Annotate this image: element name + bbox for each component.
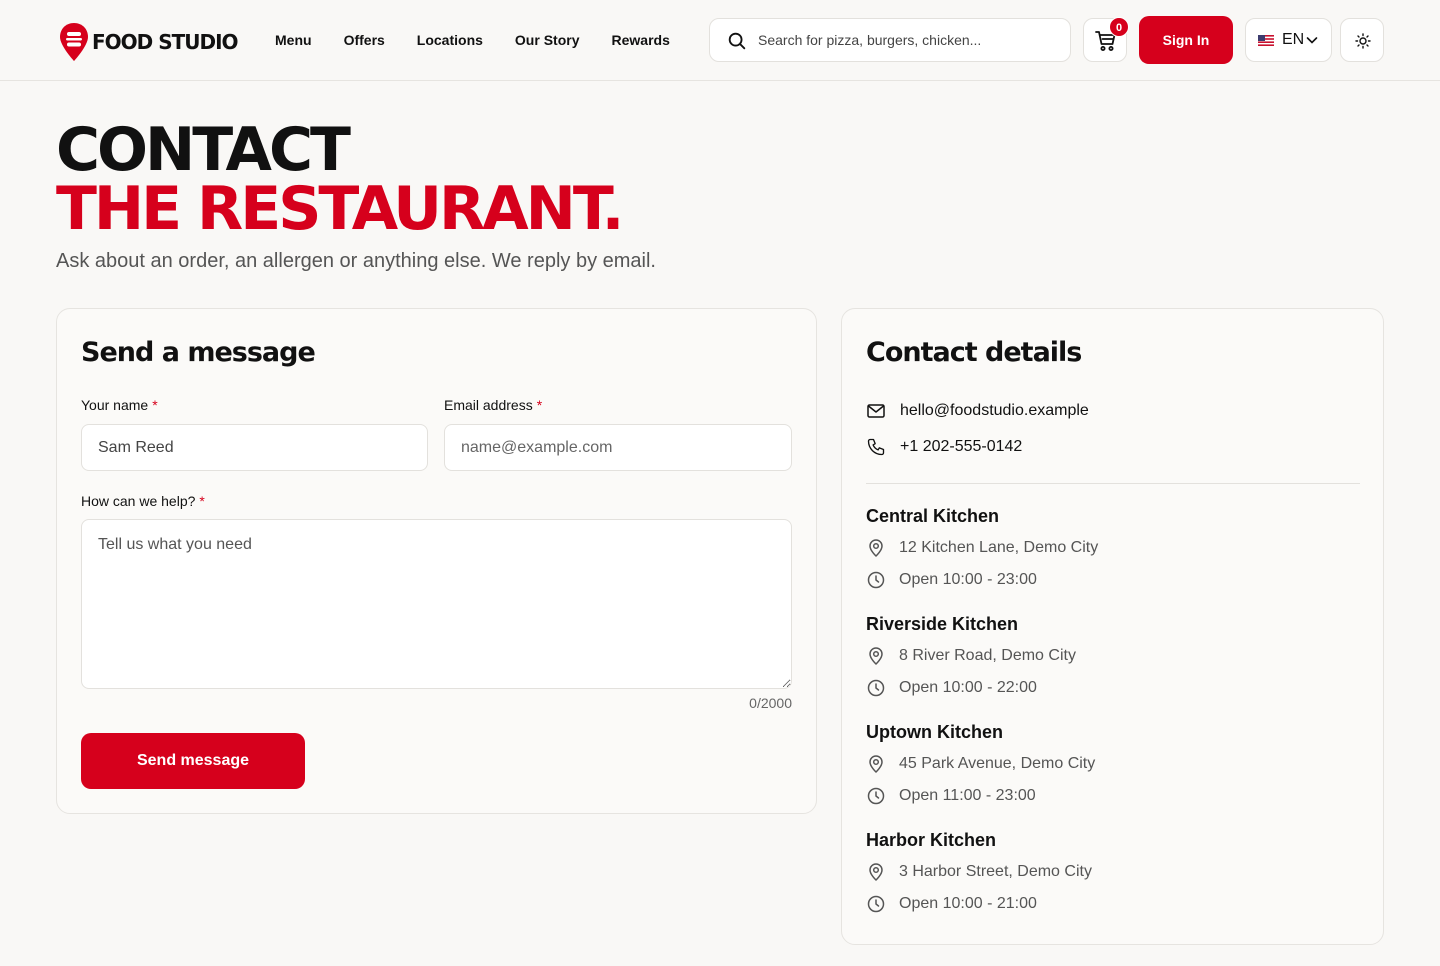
language-label: EN (1282, 31, 1305, 48)
sign-in-button[interactable]: Sign In (1139, 16, 1233, 64)
contact-email: hello@foodstudio.example (900, 402, 1089, 419)
clock-icon (867, 571, 885, 589)
page-subtitle: Ask about an order, an allergen or anyth… (56, 250, 656, 272)
map-pin-icon (869, 755, 883, 774)
chevron-down-icon (1306, 37, 1318, 44)
cart-count-badge: 0 (1109, 17, 1129, 37)
location-name: Harbor Kitchen (866, 830, 997, 850)
mail-icon (867, 404, 885, 418)
required-mark: * (152, 397, 158, 413)
map-pin-icon (869, 647, 883, 666)
search-input[interactable] (758, 29, 1058, 51)
details-divider (866, 483, 1360, 484)
location-address-row: 12 Kitchen Lane, Demo City (866, 532, 1360, 564)
email-field[interactable] (444, 424, 792, 471)
location-hours-row: Open 10:00 - 22:00 (866, 672, 1360, 704)
message-form-card: Send a message Your name* Email address*… (56, 308, 817, 814)
name-label-text: Your name (81, 397, 149, 413)
location-address: 8 River Road, Demo City (899, 647, 1076, 664)
logo-text: FOOD STUDIO (92, 30, 239, 54)
clock-icon (867, 895, 885, 913)
theme-toggle-button[interactable] (1340, 18, 1384, 62)
language-selector[interactable]: EN (1245, 18, 1332, 62)
name-label: Your name * (81, 397, 158, 413)
location-address: 3 Harbor Street, Demo City (899, 863, 1092, 880)
location-address-row: 8 River Road, Demo City (866, 640, 1360, 672)
contact-phone: +1 202-555-0142 (900, 438, 1023, 455)
clock-icon (867, 787, 885, 805)
required-mark: * (536, 397, 543, 413)
location-address-row: 3 Harbor Street, Demo City (866, 856, 1360, 888)
details-title: Contact details (866, 337, 1082, 368)
search-icon (728, 32, 746, 50)
location-hours: Open 10:00 - 22:00 (899, 679, 1037, 696)
location-address-row: 45 Park Avenue, Demo City (866, 748, 1360, 780)
logo[interactable]: FOOD STUDIO (58, 22, 239, 62)
location-hours: Open 10:00 - 23:00 (899, 571, 1037, 588)
email-label-text: Email address (444, 397, 533, 413)
location-hours-row: Open 10:00 - 21:00 (866, 888, 1360, 920)
required-mark: * (199, 493, 205, 509)
location-name: Central Kitchen (866, 506, 1000, 526)
location-hours-row: Open 11:00 - 23:00 (866, 780, 1360, 812)
location-item: Harbor Kitchen 3 Harbor Street, Demo Cit… (866, 830, 1360, 920)
location-hours: Open 10:00 - 21:00 (899, 895, 1037, 912)
character-counter: 0/2000 (749, 695, 792, 711)
logo-pin-icon (60, 23, 88, 61)
send-message-button[interactable]: Send message (81, 733, 305, 789)
contact-details-card: Contact details hello@foodstudio.example… (841, 308, 1384, 945)
phone-icon (867, 438, 885, 456)
map-pin-icon (869, 539, 883, 558)
message-label: How can we help? * (81, 493, 205, 509)
nav-our-story[interactable]: Our Story (515, 31, 580, 49)
location-item: Riverside Kitchen 8 River Road, Demo Cit… (866, 614, 1360, 704)
location-name: Uptown Kitchen (866, 722, 1003, 742)
main-nav: Menu Offers Locations Our Story Rewards (275, 31, 702, 49)
name-field[interactable] (81, 424, 428, 471)
nav-locations[interactable]: Locations (417, 31, 483, 49)
form-title: Send a message (81, 337, 316, 368)
location-item: Uptown Kitchen 45 Park Avenue, Demo City… (866, 722, 1360, 812)
location-name: Riverside Kitchen (866, 614, 1019, 634)
location-hours: Open 11:00 - 23:00 (899, 787, 1036, 804)
message-label-text: How can we help? (81, 493, 196, 509)
contact-email-row[interactable]: hello@foodstudio.example (866, 401, 1089, 421)
search-bar[interactable] (709, 18, 1071, 62)
us-flag-icon (1258, 35, 1274, 46)
page-title-line2: THE RESTAURANT. (56, 174, 624, 244)
contact-phone-row[interactable]: +1 202-555-0142 (866, 437, 1022, 457)
nav-menu[interactable]: Menu (275, 31, 312, 49)
location-item: Central Kitchen 12 Kitchen Lane, Demo Ci… (866, 506, 1360, 596)
nav-rewards[interactable]: Rewards (612, 31, 670, 49)
sun-icon (1355, 33, 1371, 49)
site-header: FOOD STUDIO Menu Offers Locations Our St… (0, 0, 1440, 81)
map-pin-icon (869, 863, 883, 882)
location-address: 12 Kitchen Lane, Demo City (899, 539, 1099, 556)
clock-icon (867, 679, 885, 697)
email-label: Email address * (444, 397, 542, 413)
cart-button[interactable]: 0 (1083, 17, 1129, 62)
location-hours-row: Open 10:00 - 23:00 (866, 564, 1360, 596)
message-textarea[interactable] (81, 519, 792, 689)
nav-offers[interactable]: Offers (344, 31, 385, 49)
location-address: 45 Park Avenue, Demo City (899, 755, 1096, 772)
